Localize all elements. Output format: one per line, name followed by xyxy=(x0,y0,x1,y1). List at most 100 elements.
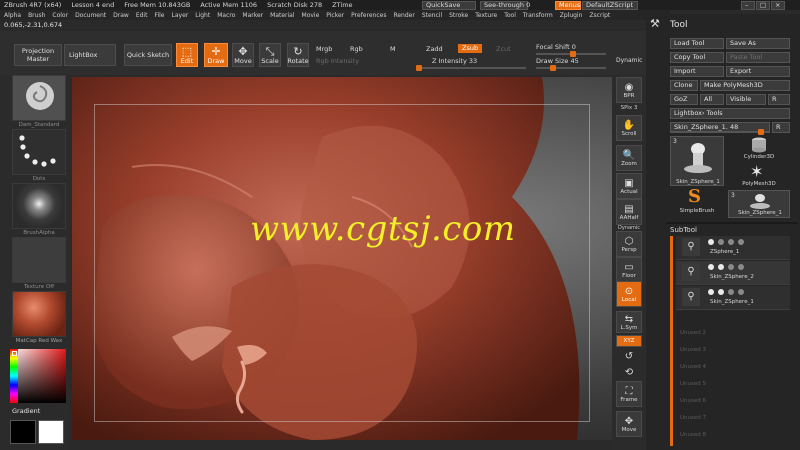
color-cursor-icon[interactable] xyxy=(12,351,17,356)
goz-all-button[interactable]: All xyxy=(700,94,724,105)
goz-button[interactable]: GoZ xyxy=(670,94,698,105)
menu-preferences[interactable]: Preferences xyxy=(351,12,386,19)
menu-edit[interactable]: Edit xyxy=(136,12,148,19)
lightbox-button[interactable]: LightBox xyxy=(64,44,116,66)
subtool-scrollbar[interactable] xyxy=(670,236,673,446)
quick-sketch-button[interactable]: Quick Sketch xyxy=(124,44,172,66)
spix-slider[interactable]: SPix 3 xyxy=(614,105,644,111)
stroke-thumbnail[interactable] xyxy=(12,129,66,175)
lsym-button[interactable]: ⇆ L.Sym xyxy=(616,311,642,333)
zsub-button[interactable]: Zsub xyxy=(458,44,483,53)
save-as-button[interactable]: Save As xyxy=(726,38,790,49)
material-thumbnail[interactable] xyxy=(12,291,66,337)
tool-r-button[interactable]: R xyxy=(772,122,790,133)
menu-movie[interactable]: Movie xyxy=(302,12,320,19)
menu-zscript[interactable]: Zscript xyxy=(589,12,610,19)
see-through-slider[interactable]: See-through 0 xyxy=(480,1,530,10)
floor-button[interactable]: ▭ Floor xyxy=(616,257,642,283)
menu-picker[interactable]: Picker xyxy=(326,12,344,19)
maximize-icon[interactable]: □ xyxy=(756,1,770,10)
subtool-visibility-icons[interactable] xyxy=(708,289,744,295)
goz-visible-button[interactable]: Visible xyxy=(726,94,766,105)
bpr-button[interactable]: ◉ BPR xyxy=(616,77,642,103)
scroll-button[interactable]: ✋ Scroll xyxy=(616,115,642,141)
secondary-color-swatch[interactable] xyxy=(38,420,64,444)
menu-stencil[interactable]: Stencil xyxy=(422,12,442,19)
subtool-visibility-icons[interactable] xyxy=(708,239,744,245)
minimize-icon[interactable]: – xyxy=(741,1,755,10)
menu-draw[interactable]: Draw xyxy=(113,12,129,19)
subtool-row-skin-2[interactable]: ⚲ Skin_ZSphere_2 xyxy=(676,261,790,285)
tool-card-skin-main[interactable]: 3 Skin_ZSphere_1 xyxy=(670,136,724,186)
menu-color[interactable]: Color xyxy=(52,12,68,19)
menu-transform[interactable]: Transform xyxy=(523,12,553,19)
z-intensity-knob[interactable] xyxy=(416,65,422,71)
menu-layer[interactable]: Layer xyxy=(172,12,189,19)
copy-tool-button[interactable]: Copy Tool xyxy=(670,52,724,63)
alpha-thumbnail[interactable] xyxy=(12,183,66,229)
local-button[interactable]: ⊙ Local xyxy=(616,281,642,307)
move-button[interactable]: ✥ Move xyxy=(232,43,254,67)
z-intensity-track[interactable] xyxy=(416,65,526,71)
make-polymesh-button[interactable]: Make PolyMesh3D xyxy=(700,80,790,91)
menu-marker[interactable]: Marker xyxy=(242,12,263,19)
rotate-button[interactable]: ↻ Rotate xyxy=(287,43,309,67)
z-intensity-slider[interactable]: Z Intensity 33 xyxy=(432,57,477,65)
menu-alpha[interactable]: Alpha xyxy=(4,12,21,19)
draw-button[interactable]: ✛ Draw xyxy=(204,43,228,67)
edit-button[interactable]: ⬚ Edit xyxy=(176,43,198,67)
persp-button[interactable]: ⬡ Persp xyxy=(616,231,642,257)
menu-render[interactable]: Render xyxy=(393,12,414,19)
scale-button[interactable]: ⤡ Scale xyxy=(259,43,281,67)
import-button[interactable]: Import xyxy=(670,66,724,77)
current-tool-knob[interactable] xyxy=(758,129,764,135)
xyz-button[interactable]: XYZ xyxy=(616,335,642,347)
quicksave-button[interactable]: QuickSave xyxy=(422,1,476,10)
menu-brush[interactable]: Brush xyxy=(28,12,45,19)
color-picker[interactable] xyxy=(10,349,66,403)
zoom-button[interactable]: 🔍 Zoom xyxy=(616,145,642,171)
brush-thumbnail[interactable] xyxy=(12,75,66,121)
menu-light[interactable]: Light xyxy=(195,12,210,19)
zadd-button[interactable]: Zadd xyxy=(426,45,443,53)
rotate-y-icon[interactable]: ↺ xyxy=(616,349,642,363)
current-tool-track[interactable] xyxy=(670,129,770,135)
tool-card-cylinder[interactable]: Cylinder3D xyxy=(728,136,790,162)
dynamic-button[interactable]: Dynamic xyxy=(616,57,642,64)
menu-texture[interactable]: Texture xyxy=(475,12,497,19)
actual-button[interactable]: ▣ Actual xyxy=(616,173,642,199)
focal-shift-slider[interactable]: Focal Shift 0 xyxy=(536,43,576,51)
close-icon[interactable]: × xyxy=(771,1,785,10)
subtool-row-zsphere[interactable]: ⚲ ZSphere_1 xyxy=(676,236,790,260)
subtool-visibility-icons[interactable] xyxy=(708,264,744,270)
tool-card-polymesh[interactable]: ✶ PolyMesh3D xyxy=(728,162,790,190)
menu-tool[interactable]: Tool xyxy=(504,12,516,19)
menu-zplugin[interactable]: Zplugin xyxy=(560,12,583,19)
menu-macro[interactable]: Macro xyxy=(217,12,235,19)
zcut-button[interactable]: Zcut xyxy=(496,45,511,53)
main-color-swatch[interactable] xyxy=(10,420,36,444)
draw-size-knob[interactable] xyxy=(550,65,556,71)
default-zscript-button[interactable]: DefaultZScript xyxy=(582,1,638,10)
menu-stroke[interactable]: Stroke xyxy=(449,12,468,19)
rotate-z-icon[interactable]: ⟲ xyxy=(616,365,642,379)
tool-card-simplebrush[interactable]: S SimpleBrush xyxy=(670,186,724,216)
menus-button[interactable]: Menus xyxy=(555,1,581,10)
clone-button[interactable]: Clone xyxy=(670,80,698,91)
move-view-button[interactable]: ✥ Move xyxy=(616,411,642,437)
export-button[interactable]: Export xyxy=(726,66,790,77)
lightbox-tools-button[interactable]: Lightbox› Tools xyxy=(670,108,790,119)
tool-card-skin-small[interactable]: 3 Skin_ZSphere_1 xyxy=(728,190,790,218)
paste-tool-button[interactable]: Paste Tool xyxy=(726,52,790,63)
aahalf-button[interactable]: ▤ AAHalf xyxy=(616,199,642,225)
focal-shift-track[interactable] xyxy=(536,51,606,57)
menu-material[interactable]: Material xyxy=(270,12,294,19)
texture-thumbnail[interactable] xyxy=(12,237,66,283)
projection-master-button[interactable]: Projection Master xyxy=(14,44,62,66)
frame-button[interactable]: ⛶ Frame xyxy=(616,381,642,407)
menu-file[interactable]: File xyxy=(154,12,164,19)
subtool-row-skin-1[interactable]: ⚲ Skin_ZSphere_1 xyxy=(676,286,790,310)
menu-document[interactable]: Document xyxy=(75,12,106,19)
goz-r-button[interactable]: R xyxy=(768,94,790,105)
rgb-button[interactable]: Rgb xyxy=(350,45,363,53)
